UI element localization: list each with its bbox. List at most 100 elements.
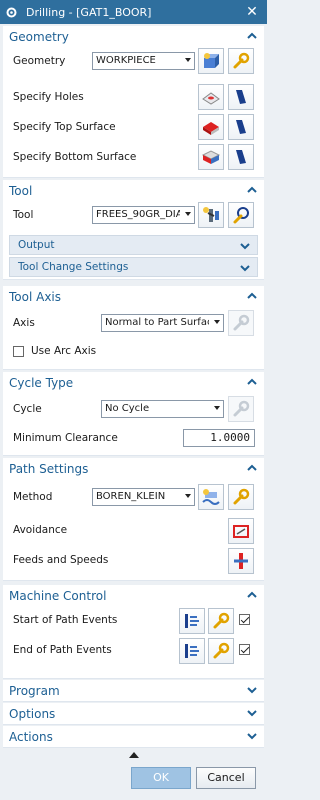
display-bottom-button[interactable] bbox=[228, 144, 254, 170]
edit-tool-button[interactable] bbox=[228, 202, 254, 228]
specify-bottom-label: Specify Bottom Surface bbox=[13, 151, 137, 163]
tool-label: Tool bbox=[13, 209, 34, 221]
start-events-button[interactable] bbox=[179, 608, 205, 634]
machine-control-header[interactable]: Machine Control bbox=[3, 585, 264, 607]
min-clearance-input[interactable]: 1.0000 bbox=[183, 429, 255, 447]
output-subpanel[interactable]: Output bbox=[9, 235, 258, 255]
method-select[interactable]: BOREN_KLEIN bbox=[92, 488, 195, 506]
title-bar: Drilling - [GAT1_BOOR] ✕ bbox=[0, 0, 267, 24]
wrench-icon bbox=[233, 400, 250, 417]
wrench-icon bbox=[233, 314, 250, 331]
tool-axis-panel: Tool Axis Axis Normal to Part Surface Us… bbox=[3, 286, 264, 370]
geometry-header[interactable]: Geometry bbox=[3, 26, 264, 48]
chevron-down-icon[interactable] bbox=[246, 684, 258, 696]
tool-header[interactable]: Tool bbox=[3, 180, 264, 202]
avoidance-button[interactable] bbox=[228, 518, 254, 544]
cycle-type-panel: Cycle Type Cycle No Cycle Minimum Cleara… bbox=[3, 372, 264, 456]
edit-cycle-button[interactable] bbox=[228, 396, 254, 422]
new-tool-button[interactable] bbox=[198, 202, 224, 228]
window-title: Drilling - [GAT1_BOOR] bbox=[26, 5, 152, 19]
feeds-speeds-icon bbox=[234, 553, 248, 569]
new-method-button[interactable] bbox=[198, 484, 224, 510]
use-arc-axis-checkbox[interactable] bbox=[13, 346, 24, 357]
display-top-button[interactable] bbox=[228, 114, 254, 140]
actions-header[interactable]: Actions bbox=[3, 726, 264, 748]
wrench-icon bbox=[233, 52, 250, 69]
geometry-label: Geometry bbox=[13, 55, 66, 67]
output-label: Output bbox=[18, 239, 55, 251]
tool-change-subpanel[interactable]: Tool Change Settings bbox=[9, 257, 258, 277]
options-title: Options bbox=[9, 707, 56, 721]
wrench-icon bbox=[213, 612, 230, 629]
new-tool-icon bbox=[203, 207, 219, 222]
end-events-button[interactable] bbox=[179, 638, 205, 664]
program-header[interactable]: Program bbox=[3, 680, 264, 702]
axis-select[interactable]: Normal to Part Surface bbox=[101, 314, 224, 332]
specify-top-label: Specify Top Surface bbox=[13, 121, 116, 133]
avoidance-icon bbox=[233, 525, 249, 538]
machine-control-title: Machine Control bbox=[9, 589, 107, 603]
edit-start-events-button[interactable] bbox=[208, 608, 234, 634]
chevron-down-icon[interactable] bbox=[246, 730, 258, 742]
chevron-down-icon[interactable] bbox=[246, 707, 258, 719]
cancel-button[interactable]: Cancel bbox=[196, 767, 256, 789]
ok-button[interactable]: OK bbox=[131, 767, 191, 789]
actions-title: Actions bbox=[9, 730, 53, 744]
machine-control-panel: Machine Control Start of Path Events End… bbox=[3, 585, 264, 679]
program-title: Program bbox=[9, 684, 60, 698]
chevron-up-icon[interactable] bbox=[246, 376, 258, 388]
edit-method-button[interactable] bbox=[228, 484, 254, 510]
chevron-up-icon[interactable] bbox=[246, 30, 258, 42]
chevron-up-icon[interactable] bbox=[246, 589, 258, 601]
chevron-down-icon[interactable] bbox=[239, 240, 251, 252]
triangle-up-icon bbox=[128, 752, 139, 758]
wrench-icon bbox=[213, 642, 230, 659]
geometry-title: Geometry bbox=[9, 30, 69, 44]
cycle-type-header[interactable]: Cycle Type bbox=[3, 372, 264, 394]
start-events-label: Start of Path Events bbox=[13, 614, 118, 626]
new-geometry-button[interactable] bbox=[198, 48, 224, 74]
wrench-gear-icon bbox=[233, 207, 249, 224]
feeds-button[interactable] bbox=[228, 548, 254, 574]
new-method-icon bbox=[202, 489, 220, 505]
close-icon[interactable]: ✕ bbox=[245, 4, 259, 20]
chevron-up-icon[interactable] bbox=[246, 462, 258, 474]
tool-axis-header[interactable]: Tool Axis bbox=[3, 286, 264, 308]
options-header[interactable]: Options bbox=[3, 703, 264, 725]
path-events-icon bbox=[185, 614, 199, 628]
display-holes-button[interactable] bbox=[228, 84, 254, 110]
start-events-checkbox[interactable] bbox=[239, 614, 250, 625]
feeds-label: Feeds and Speeds bbox=[13, 554, 109, 566]
flashlight-icon bbox=[236, 120, 246, 134]
specify-holes-button[interactable] bbox=[198, 84, 224, 110]
chevron-up-icon[interactable] bbox=[246, 184, 258, 196]
tool-change-label: Tool Change Settings bbox=[18, 261, 129, 273]
geometry-select[interactable]: WORKPIECE bbox=[92, 52, 195, 70]
geometry-panel: Geometry Geometry WORKPIECE Specify Hole… bbox=[3, 26, 264, 178]
chevron-up-icon[interactable] bbox=[246, 290, 258, 302]
collapse-dialog-handle[interactable] bbox=[0, 748, 267, 762]
flashlight-icon bbox=[236, 150, 246, 164]
end-events-checkbox[interactable] bbox=[239, 644, 250, 655]
specify-bottom-button[interactable] bbox=[198, 144, 224, 170]
path-settings-title: Path Settings bbox=[9, 462, 89, 476]
method-label: Method bbox=[13, 491, 53, 503]
gear-icon[interactable] bbox=[4, 5, 18, 19]
bottom-surface-icon bbox=[201, 150, 221, 164]
axis-label: Axis bbox=[13, 317, 35, 329]
min-clearance-label: Minimum Clearance bbox=[13, 432, 118, 444]
wrench-icon bbox=[233, 488, 250, 505]
edit-geometry-button[interactable] bbox=[228, 48, 254, 74]
specify-top-button[interactable] bbox=[198, 114, 224, 140]
chevron-down-icon[interactable] bbox=[239, 262, 251, 274]
edit-axis-button[interactable] bbox=[228, 310, 254, 336]
path-settings-header[interactable]: Path Settings bbox=[3, 458, 264, 480]
path-settings-panel: Path Settings Method BOREN_KLEIN Avoidan… bbox=[3, 458, 264, 581]
holes-icon bbox=[202, 92, 220, 105]
tool-select[interactable]: FREES_90GR_DIAM bbox=[92, 206, 195, 224]
cycle-select[interactable]: No Cycle bbox=[101, 400, 224, 418]
cycle-label: Cycle bbox=[13, 403, 42, 415]
tool-panel: Tool Tool FREES_90GR_DIAM Output Tool Ch… bbox=[3, 180, 264, 280]
end-events-label: End of Path Events bbox=[13, 644, 112, 656]
edit-end-events-button[interactable] bbox=[208, 638, 234, 664]
